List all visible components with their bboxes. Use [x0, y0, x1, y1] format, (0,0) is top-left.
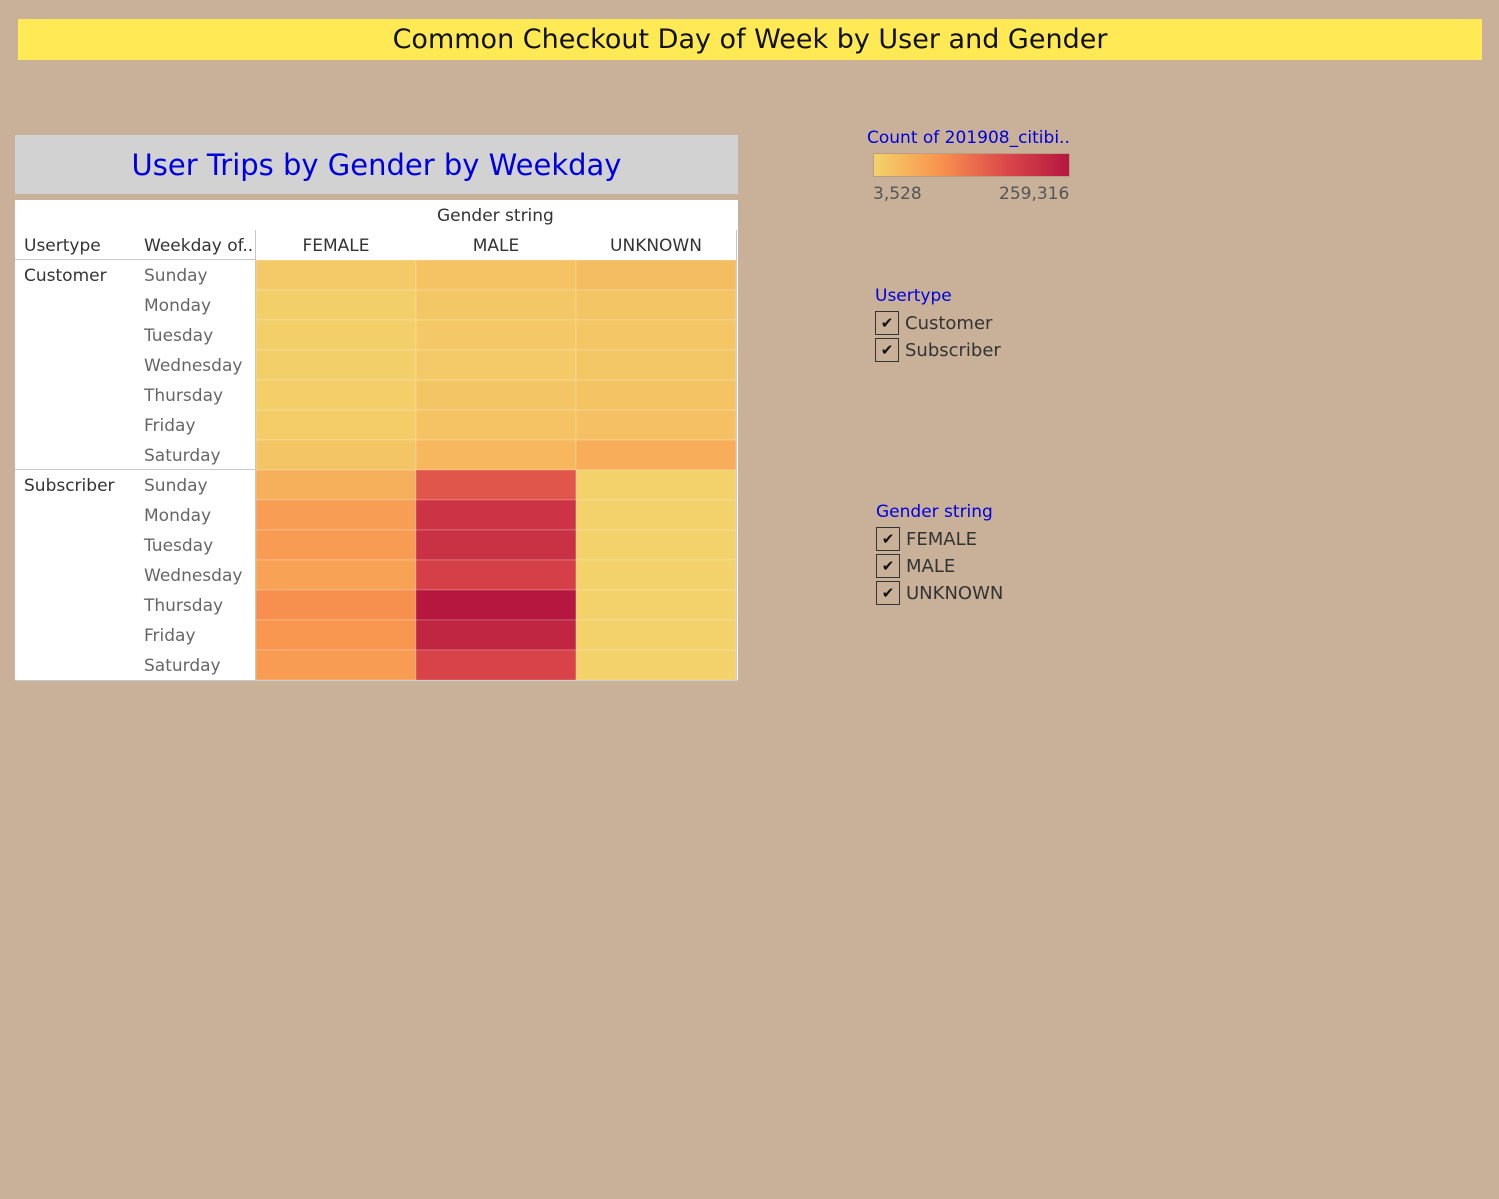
heatmap-cell-customer-monday-male[interactable] — [415, 289, 577, 321]
row-label-customer-tuesday: Tuesday — [144, 326, 214, 346]
checkbox-checked-icon[interactable]: ✔ — [876, 554, 900, 578]
heatmap-cell-customer-wednesday-female[interactable] — [256, 349, 417, 381]
heatmap-cell-subscriber-monday-unknown[interactable] — [575, 499, 737, 531]
filter-label-subscriber: Subscriber — [905, 339, 1001, 361]
filter-label-customer: Customer — [905, 312, 993, 334]
color-legend-max: 259,316 — [999, 184, 1070, 204]
column-header-unknown: UNKNOWN — [610, 236, 702, 256]
row-label-subscriber-monday: Monday — [144, 506, 212, 526]
row-label-subscriber-wednesday: Wednesday — [144, 566, 243, 586]
color-legend-min: 3,528 — [873, 184, 922, 204]
heatmap-cell-subscriber-thursday-male[interactable] — [415, 589, 577, 621]
heatmap-cell-subscriber-wednesday-male[interactable] — [415, 559, 577, 591]
heatmap-cell-subscriber-monday-male[interactable] — [415, 499, 577, 531]
color-legend-title: Count of 201908_citibi.. — [867, 128, 1070, 148]
row-label-subscriber-thursday: Thursday — [144, 596, 224, 616]
filter-item-subscriber[interactable]: ✔ Subscriber — [875, 337, 1001, 363]
heatmap-cell-customer-thursday-female[interactable] — [256, 379, 417, 411]
heatmap-cell-subscriber-saturday-unknown[interactable] — [575, 649, 737, 681]
checkbox-checked-icon[interactable]: ✔ — [875, 311, 899, 335]
heatmap-cell-subscriber-monday-female[interactable] — [256, 499, 417, 531]
filter-label-male: MALE — [906, 555, 956, 577]
heatmap-cell-customer-tuesday-unknown[interactable] — [575, 319, 737, 351]
heatmap-cell-subscriber-sunday-male[interactable] — [415, 469, 577, 501]
heatmap-cell-customer-saturday-unknown[interactable] — [575, 439, 737, 471]
dashboard-title: Common Checkout Day of Week by User and … — [18, 19, 1482, 60]
heatmap-cell-customer-saturday-male[interactable] — [415, 439, 577, 471]
row-label-subscriber-friday: Friday — [144, 626, 196, 646]
usertype-filter-title: Usertype — [875, 286, 952, 306]
heatmap-cell-subscriber-friday-female[interactable] — [256, 619, 417, 651]
row-group-customer: Customer — [24, 266, 107, 286]
heatmap-cell-subscriber-tuesday-female[interactable] — [256, 529, 417, 561]
row-label-customer-saturday: Saturday — [144, 446, 221, 466]
row-label-customer-sunday: Sunday — [144, 266, 208, 286]
row-label-customer-thursday: Thursday — [144, 386, 224, 406]
heatmap-cell-subscriber-saturday-female[interactable] — [256, 649, 417, 681]
filter-label-female: FEMALE — [906, 528, 977, 550]
row-group-subscriber: Subscriber — [24, 476, 115, 496]
heatmap-cell-customer-monday-unknown[interactable] — [575, 289, 737, 321]
heatmap-cell-subscriber-wednesday-unknown[interactable] — [575, 559, 737, 591]
filter-item-male[interactable]: ✔ MALE — [876, 553, 955, 579]
heatmap-cell-subscriber-thursday-female[interactable] — [256, 589, 417, 621]
weekday-header[interactable]: Weekday of.. — [144, 236, 253, 256]
heatmap-cell-customer-wednesday-male[interactable] — [415, 349, 577, 381]
row-label-customer-friday: Friday — [144, 416, 196, 436]
checkbox-checked-icon[interactable]: ✔ — [875, 338, 899, 362]
heatmap-cell-subscriber-wednesday-female[interactable] — [256, 559, 417, 591]
heatmap-cell-customer-saturday-female[interactable] — [256, 439, 417, 471]
usertype-header: Usertype — [24, 236, 101, 256]
heatmap-cell-subscriber-friday-male[interactable] — [415, 619, 577, 651]
color-legend-ramp — [873, 153, 1070, 177]
heatmap-cell-customer-sunday-unknown[interactable] — [575, 260, 737, 291]
row-label-subscriber-saturday: Saturday — [144, 656, 221, 676]
row-label-customer-monday: Monday — [144, 296, 212, 316]
filter-label-unknown: UNKNOWN — [906, 582, 1004, 604]
heatmap-cell-customer-sunday-female[interactable] — [256, 260, 417, 291]
heatmap-cell-customer-monday-female[interactable] — [256, 289, 417, 321]
heatmap-cell-customer-thursday-unknown[interactable] — [575, 379, 737, 411]
row-label-subscriber-tuesday: Tuesday — [144, 536, 214, 556]
checkbox-checked-icon[interactable]: ✔ — [876, 581, 900, 605]
checkbox-checked-icon[interactable]: ✔ — [876, 527, 900, 551]
sheet-title: User Trips by Gender by Weekday — [15, 135, 738, 194]
heatmap-cell-customer-friday-male[interactable] — [415, 409, 577, 441]
heatmap-cell-customer-friday-unknown[interactable] — [575, 409, 737, 441]
gender-filter-title: Gender string — [876, 502, 993, 522]
heatmap-cell-subscriber-tuesday-male[interactable] — [415, 529, 577, 561]
heatmap-cell-subscriber-friday-unknown[interactable] — [575, 619, 737, 651]
heatmap-cell-subscriber-tuesday-unknown[interactable] — [575, 529, 737, 561]
group-divider — [15, 469, 256, 470]
column-header-male: MALE — [472, 236, 520, 256]
filter-item-female[interactable]: ✔ FEMALE — [876, 526, 977, 552]
column-header-female: FEMALE — [302, 236, 370, 256]
heatmap-cell-subscriber-sunday-female[interactable] — [256, 469, 417, 501]
row-label-customer-wednesday: Wednesday — [144, 356, 243, 376]
row-label-subscriber-sunday: Sunday — [144, 476, 208, 496]
column-group-header: Gender string — [437, 206, 554, 226]
heatmap-cell-customer-sunday-male[interactable] — [415, 260, 577, 291]
heatmap-cell-customer-tuesday-female[interactable] — [256, 319, 417, 351]
heatmap-cell-subscriber-saturday-male[interactable] — [415, 649, 577, 681]
header-divider-horizontal — [15, 259, 256, 260]
filter-item-customer[interactable]: ✔ Customer — [875, 310, 992, 336]
heatmap-cell-customer-tuesday-male[interactable] — [415, 319, 577, 351]
heatmap-cell-customer-thursday-male[interactable] — [415, 379, 577, 411]
heatmap-cell-customer-wednesday-unknown[interactable] — [575, 349, 737, 381]
heatmap-cell-subscriber-sunday-unknown[interactable] — [575, 469, 737, 501]
filter-item-unknown[interactable]: ✔ UNKNOWN — [876, 580, 1003, 606]
heatmap-cell-customer-friday-female[interactable] — [256, 409, 417, 441]
heatmap-cells[interactable] — [256, 260, 737, 681]
heatmap-cell-subscriber-thursday-unknown[interactable] — [575, 589, 737, 621]
